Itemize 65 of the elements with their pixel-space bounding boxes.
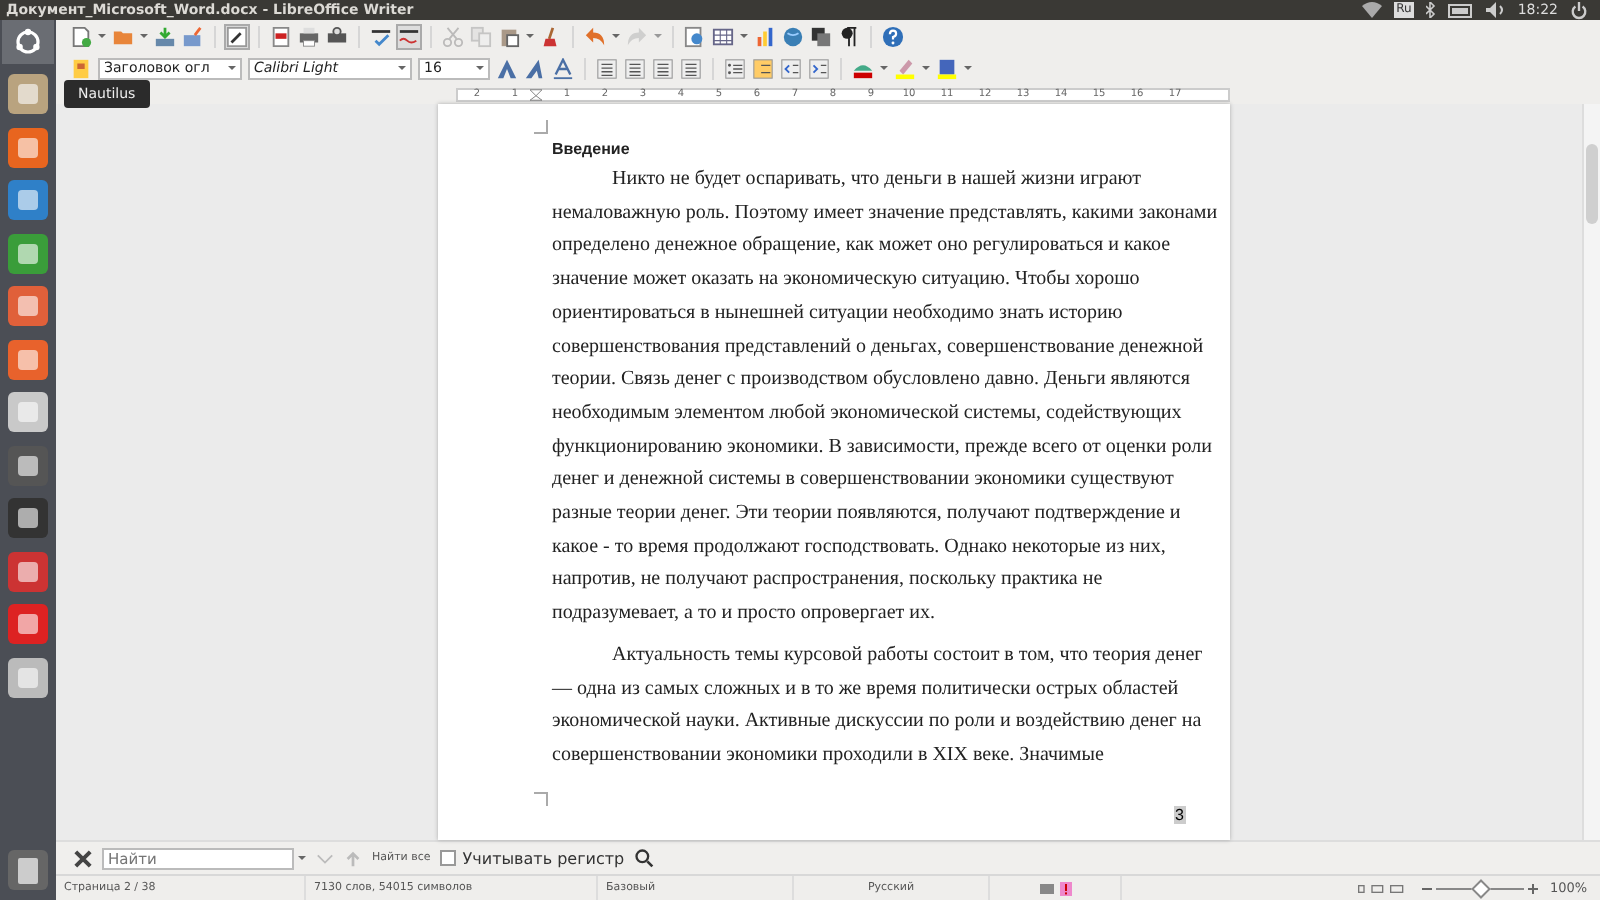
- pilcrow-icon[interactable]: [838, 25, 860, 47]
- volume-icon[interactable]: [1485, 2, 1506, 18]
- save-icon[interactable]: [154, 25, 176, 47]
- paragraph: Никто не будет оспаривать, что деньги в нашей жизни играют немаловажную роль. Поэтому имеет значение представлять, какими законами определено денежное обращение, как может оно регулироваться и какое значение может оказать на экономическую ситуацию. Чтобы хорошо ориентироваться в нынешней ситуации необходимо знать историю совершенствования представлений о деньгах, совершенствование денежной теории. Связь денег с производством обусловлено давно. Деньги являются необходимым элементом любой экономической системы, содействующих функционированию экономики. В зависимости, прежде всего от оценки роли денег и денежной системы в совершенствовании экономики существуют разные теории денег. Эти теории появляются, получают подтверждение и какое - то время продолжают господствовать. Однако некоторые из них, напротив, не получают распространения, поскольку практика не подразумевает, а то и просто опровергает их.: [552, 166, 1220, 629]
- page-layout-icon[interactable]: [1358, 883, 1406, 893]
- printer-icon[interactable]: [298, 25, 320, 47]
- chart-icon[interactable]: [754, 25, 776, 47]
- dropdown-arrow-icon[interactable]: [140, 32, 148, 40]
- align-icon[interactable]: [624, 57, 646, 79]
- dash-button[interactable]: [2, 20, 54, 64]
- paintbrush-icon[interactable]: [540, 25, 562, 47]
- corner-mark-icon: [534, 791, 548, 806]
- undo-arrow-icon[interactable]: [584, 25, 606, 47]
- dropdown-arrow-icon[interactable]: [98, 32, 106, 40]
- align-icon[interactable]: [652, 57, 674, 79]
- ubuntu-logo-icon: [14, 28, 42, 56]
- dropdown-arrow-icon[interactable]: [922, 64, 930, 72]
- styles-icon[interactable]: [70, 57, 92, 79]
- help-icon[interactable]: [882, 25, 904, 47]
- close-icon[interactable]: [74, 849, 92, 867]
- globe-icon[interactable]: [782, 25, 804, 47]
- bluetooth-icon[interactable]: [1425, 2, 1436, 18]
- paragraph: Актуальность темы курсовой работы состоит в том, что теория денег — одна из самых сложных и в то же время политически острых областей экономической науки. Активные дискуссии по роли и воздействию денег на совершенствовании экономики проходили в XIX веке. Значимые: [552, 641, 1205, 770]
- numbered-list-icon[interactable]: [752, 57, 774, 79]
- match-case-checkbox[interactable]: [440, 850, 457, 866]
- spellcheck-icon[interactable]: [370, 25, 392, 47]
- trash-icon[interactable]: [6, 847, 50, 892]
- underline-icon[interactable]: [552, 57, 574, 79]
- indent-marker-icon[interactable]: [530, 87, 542, 101]
- dropdown-arrow-icon[interactable]: [298, 854, 306, 862]
- dropdown-arrow-icon[interactable]: [880, 64, 888, 72]
- dropdown-arrow-icon[interactable]: [964, 64, 972, 72]
- align-icon[interactable]: [596, 57, 618, 79]
- new-document-icon[interactable]: [70, 25, 92, 47]
- zoom-slider-thumb[interactable]: [1471, 878, 1491, 898]
- decrease-indent-icon[interactable]: [780, 57, 802, 79]
- align-icon[interactable]: [680, 57, 702, 79]
- section-heading: Введение: [552, 138, 632, 162]
- frames-icon[interactable]: [810, 25, 832, 47]
- wifi-icon[interactable]: [1362, 2, 1383, 18]
- pdf-icon[interactable]: [270, 25, 292, 47]
- increase-indent-icon[interactable]: [808, 57, 830, 79]
- bullet-list-icon[interactable]: [724, 57, 746, 79]
- corner-mark-icon: [534, 120, 548, 134]
- table-icon[interactable]: [712, 25, 734, 47]
- dropdown-arrow-icon[interactable]: [612, 32, 620, 40]
- insert-mode-icon[interactable]: [1039, 883, 1053, 893]
- vertical-scrollbar[interactable]: [1582, 104, 1600, 840]
- bold-icon[interactable]: [496, 57, 518, 79]
- clipboard-icon[interactable]: [498, 25, 520, 47]
- minus-icon[interactable]: [1422, 883, 1432, 893]
- auto-spellcheck-icon[interactable]: [398, 25, 420, 47]
- export-icon[interactable]: [182, 25, 204, 47]
- match-case-label[interactable]: Учитывать регистр: [462, 849, 625, 867]
- background-color-icon[interactable]: [936, 57, 958, 79]
- document-modified-icon[interactable]: [1059, 881, 1071, 895]
- italic-icon[interactable]: [524, 57, 546, 79]
- battery-icon[interactable]: [1447, 3, 1474, 17]
- plus-icon[interactable]: [1528, 883, 1538, 893]
- dropdown-arrow-icon[interactable]: [740, 32, 748, 40]
- edit-pencil-icon[interactable]: [226, 25, 248, 47]
- zoom-slider[interactable]: [1422, 883, 1538, 893]
- power-icon[interactable]: [1570, 1, 1588, 19]
- page-number: 3: [1173, 805, 1186, 824]
- dropdown-arrow-icon[interactable]: [526, 32, 534, 40]
